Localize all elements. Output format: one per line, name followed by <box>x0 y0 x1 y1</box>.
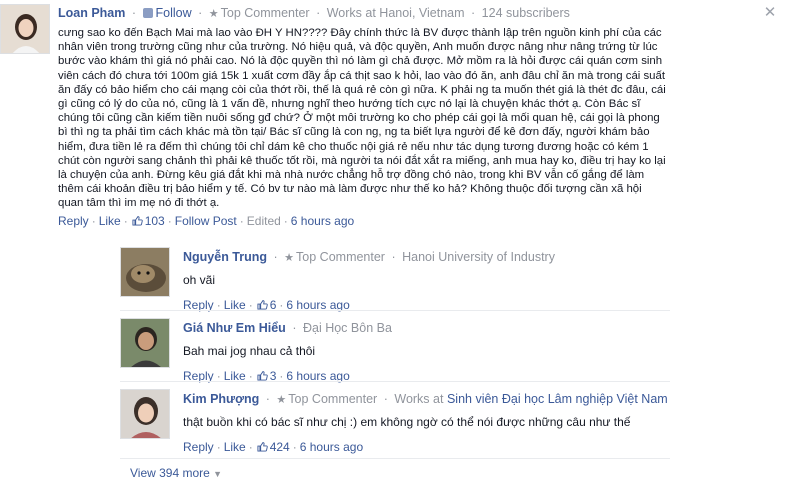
close-icon[interactable]: ✕ <box>762 5 778 21</box>
view-more-link[interactable]: View 394 more ▼ <box>130 466 222 480</box>
main-comment: Loan Pham · Follow · ★ Top Commenter · Wo… <box>0 4 728 229</box>
follow-link[interactable]: Follow <box>156 6 192 20</box>
thumbs-up-icon <box>257 441 268 452</box>
reply-text: oh vãi <box>183 273 216 287</box>
star-icon: ★ <box>208 8 219 20</box>
comment-text: cưng sao ko đến Bạch Mai mà lao vào ĐH Y… <box>58 27 666 210</box>
like-count[interactable]: 103 <box>145 214 165 228</box>
divider <box>120 458 670 459</box>
top-commenter-badge: Top Commenter <box>288 392 378 406</box>
edited-label: Edited <box>246 213 281 228</box>
author-school: Hanoi University of Industry <box>402 250 555 264</box>
replies-list: Nguyễn Trung · ★ Top Commenter · Hanoi Un… <box>120 240 670 454</box>
reply-link[interactable]: Reply <box>183 440 214 454</box>
reply-item: Nguyễn Trung · ★ Top Commenter · Hanoi Un… <box>120 240 670 312</box>
like-link[interactable]: Like <box>224 440 246 454</box>
avatar[interactable] <box>120 389 170 439</box>
avatar[interactable] <box>120 247 170 297</box>
like-count[interactable]: 424 <box>270 440 290 454</box>
subscriber-count: 124 subscribers <box>481 6 570 20</box>
reply-item: Giá Như Em Hiểu · Đại Học Bôn Ba Bah mai… <box>120 310 670 383</box>
author-name[interactable]: Giá Như Em Hiểu <box>183 321 286 335</box>
reply-actions: Reply · Like · 424 · 6 hours ago <box>183 440 364 454</box>
work-place-link[interactable]: Sinh viên Đại học Lâm nghiệp Việt Nam <box>447 392 668 406</box>
author-school: Đại Học Bôn Ba <box>302 321 392 335</box>
reply-item: Kim Phượng · ★ Top Commenter · Works at S… <box>120 381 670 454</box>
thumbs-up-icon <box>257 299 268 310</box>
comment-actions: Reply · Like · 103 · Follow Post · Edited · 6 hour… <box>58 213 355 228</box>
author-work: Works at Hanoi, Vietnam <box>326 6 465 20</box>
avatar[interactable] <box>0 4 50 54</box>
author-name[interactable]: Nguyễn Trung <box>183 250 267 264</box>
like-link[interactable]: Like <box>99 214 121 228</box>
avatar[interactable] <box>120 318 170 368</box>
author-name[interactable]: Loan Pham <box>58 6 125 20</box>
comment-timestamp[interactable]: 6 hours ago <box>291 214 354 228</box>
star-icon: ★ <box>276 394 287 406</box>
rss-icon <box>142 8 153 18</box>
thumbs-up-icon <box>132 215 143 226</box>
work-prefix: Works at <box>394 392 444 406</box>
reply-timestamp[interactable]: 6 hours ago <box>300 440 363 454</box>
reply-text: Bah mai jog nhau cả thôi <box>183 344 316 358</box>
comment-header: Loan Pham · Follow · ★ Top Commenter · Wo… <box>58 6 570 20</box>
thumbs-up-icon <box>257 370 268 381</box>
follow-post-link[interactable]: Follow Post <box>175 214 237 228</box>
reply-text: thật buồn khi có bác sĩ như chị :) em kh… <box>183 415 631 429</box>
reply-link[interactable]: Reply <box>58 214 89 228</box>
top-commenter-badge: Top Commenter <box>220 6 310 20</box>
view-more-label[interactable]: View 394 more <box>130 466 210 480</box>
star-icon: ★ <box>284 252 295 264</box>
chevron-down-icon: ▼ <box>213 469 223 479</box>
author-name[interactable]: Kim Phượng <box>183 392 259 406</box>
top-commenter-badge: Top Commenter <box>296 250 385 264</box>
